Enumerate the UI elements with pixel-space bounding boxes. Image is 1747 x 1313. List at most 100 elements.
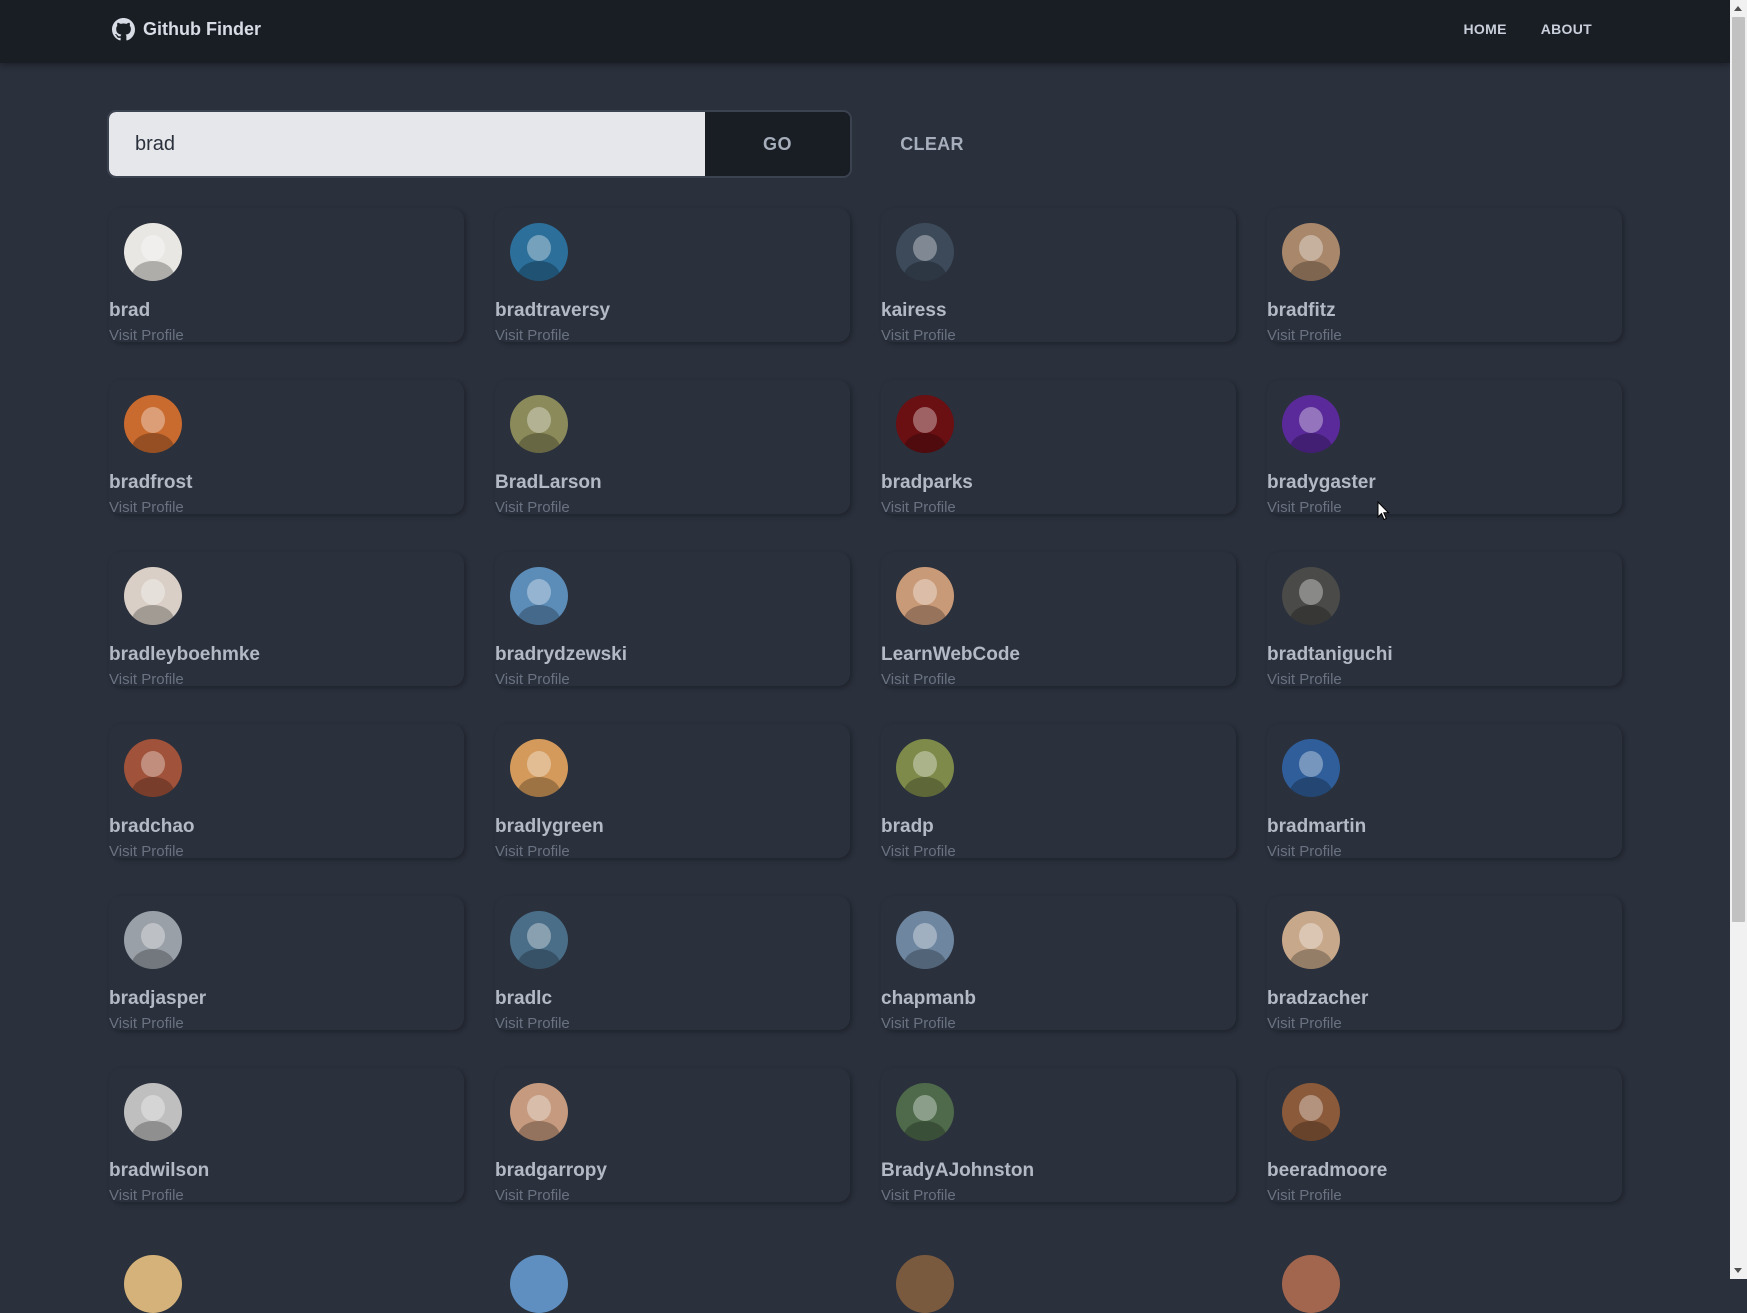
avatar (1282, 1083, 1340, 1141)
avatar-body (132, 433, 174, 453)
search-form: GO (107, 110, 852, 178)
avatar-head (913, 923, 937, 949)
visit-profile-link[interactable]: Visit Profile (495, 843, 570, 860)
user-card: BradLarson Visit Profile (495, 380, 850, 516)
visit-profile-link[interactable]: Visit Profile (881, 1187, 956, 1204)
avatar-head (913, 235, 937, 261)
avatar-head (141, 1095, 165, 1121)
github-icon (112, 18, 135, 41)
visit-profile-link[interactable]: Visit Profile (495, 1015, 570, 1032)
avatar (896, 223, 954, 281)
visit-profile-link[interactable]: Visit Profile (109, 327, 184, 344)
avatar-head (527, 1095, 551, 1121)
avatar-body (518, 949, 560, 969)
avatar-body (518, 777, 560, 797)
username: bradtraversy (495, 300, 611, 321)
visit-profile-link[interactable]: Visit Profile (881, 499, 956, 516)
visit-profile-link[interactable]: Visit Profile (109, 499, 184, 516)
user-card: bradygaster Visit Profile (1267, 380, 1622, 516)
avatar-head (141, 235, 165, 261)
visit-profile-link[interactable]: Visit Profile (1267, 1187, 1342, 1204)
avatar-body (132, 261, 174, 281)
scrollbar-thumb[interactable] (1732, 17, 1745, 922)
avatar (1282, 395, 1340, 453)
avatar-head (141, 579, 165, 605)
user-card: bradleyboehmke Visit Profile (109, 552, 464, 688)
visit-profile-link[interactable]: Visit Profile (495, 327, 570, 344)
visit-profile-link[interactable]: Visit Profile (881, 1015, 956, 1032)
visit-profile-link[interactable]: Visit Profile (1267, 843, 1342, 860)
username: BradyAJohnston (881, 1160, 1035, 1181)
user-card: bradlygreen Visit Profile (495, 724, 850, 860)
avatar (510, 567, 568, 625)
scroll-down-arrow-icon[interactable] (1734, 1268, 1742, 1273)
visit-profile-link[interactable]: Visit Profile (109, 671, 184, 688)
go-button[interactable]: GO (705, 112, 850, 176)
avatar-head (527, 751, 551, 777)
avatar-head (913, 407, 937, 433)
visit-profile-link[interactable]: Visit Profile (1267, 499, 1342, 516)
avatar (510, 395, 568, 453)
avatar-body (1290, 949, 1332, 969)
scroll-up-arrow-icon[interactable] (1734, 6, 1742, 11)
avatar-head (913, 1095, 937, 1121)
avatar-body (1290, 777, 1332, 797)
username: bradjasper (109, 988, 207, 1009)
avatar-head (913, 751, 937, 777)
scrollbar[interactable] (1730, 0, 1747, 1279)
user-card: bradtraversy Visit Profile (495, 208, 850, 344)
avatar (1282, 1255, 1340, 1313)
visit-profile-link[interactable]: Visit Profile (1267, 1015, 1342, 1032)
avatar-body (518, 1121, 560, 1141)
username: bradzacher (1267, 988, 1369, 1009)
user-card: chapmanb Visit Profile (881, 896, 1236, 1032)
avatar-head (1299, 923, 1323, 949)
visit-profile-link[interactable]: Visit Profile (109, 1187, 184, 1204)
avatar-head (1299, 235, 1323, 261)
avatar-head (1299, 407, 1323, 433)
clear-button[interactable]: CLEAR (888, 122, 976, 166)
username: brad (109, 300, 151, 321)
visit-profile-link[interactable]: Visit Profile (881, 671, 956, 688)
visit-profile-link[interactable]: Visit Profile (881, 327, 956, 344)
user-card: BradyAJohnston Visit Profile (881, 1068, 1236, 1204)
avatar-body (518, 261, 560, 281)
avatar-body (518, 605, 560, 625)
user-card: LearnWebCode Visit Profile (881, 552, 1236, 688)
search-input[interactable] (109, 112, 705, 176)
avatar (1282, 739, 1340, 797)
avatar-head (141, 407, 165, 433)
visit-profile-link[interactable]: Visit Profile (109, 843, 184, 860)
avatar (896, 911, 954, 969)
username: bradgarropy (495, 1160, 607, 1181)
nav-about-link[interactable]: ABOUT (1541, 21, 1592, 37)
visit-profile-link[interactable]: Visit Profile (881, 843, 956, 860)
avatar (124, 1083, 182, 1141)
avatar (124, 395, 182, 453)
brand-link[interactable]: Github Finder (112, 18, 261, 41)
avatar-body (904, 261, 946, 281)
user-card: bradjasper Visit Profile (109, 896, 464, 1032)
username: bradygaster (1267, 472, 1376, 493)
avatar (1282, 911, 1340, 969)
username: kairess (881, 300, 947, 321)
username: bradchao (109, 816, 195, 837)
visit-profile-link[interactable]: Visit Profile (495, 499, 570, 516)
avatar (896, 395, 954, 453)
visit-profile-link[interactable]: Visit Profile (495, 671, 570, 688)
username: bradleyboehmke (109, 644, 260, 665)
user-card: bradp Visit Profile (881, 724, 1236, 860)
avatar (510, 1255, 568, 1313)
visit-profile-link[interactable]: Visit Profile (109, 1015, 184, 1032)
avatar (1282, 567, 1340, 625)
user-card: brad Visit Profile (109, 208, 464, 344)
username: BradLarson (495, 472, 602, 493)
avatar (896, 739, 954, 797)
avatar-body (518, 433, 560, 453)
username: beeradmoore (1267, 1160, 1388, 1181)
nav-home-link[interactable]: HOME (1464, 21, 1507, 37)
visit-profile-link[interactable]: Visit Profile (1267, 327, 1342, 344)
visit-profile-link[interactable]: Visit Profile (1267, 671, 1342, 688)
user-card: bradlc Visit Profile (495, 896, 850, 1032)
visit-profile-link[interactable]: Visit Profile (495, 1187, 570, 1204)
